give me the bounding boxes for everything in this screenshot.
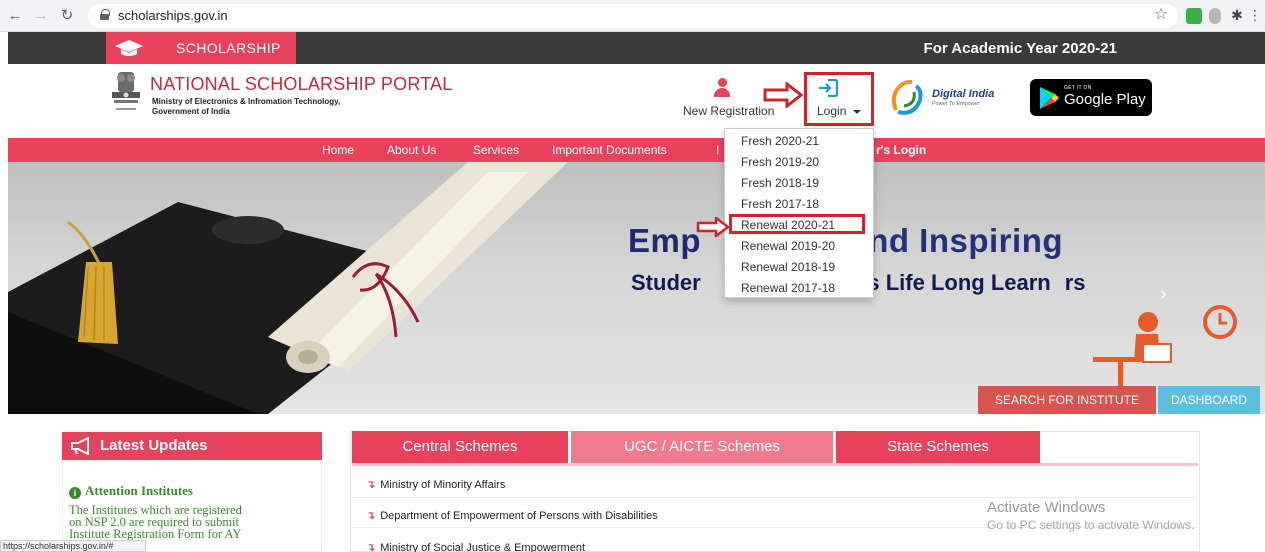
hero-subline-end: rs — [1064, 270, 1086, 295]
nav-partial-item[interactable]: I — [716, 143, 719, 157]
dropdown-item-fresh-2017-18[interactable]: Fresh 2017-18 — [741, 197, 819, 211]
new-registration-link[interactable]: New Registration — [683, 104, 774, 118]
chevron-right-icon[interactable]: › — [1160, 283, 1167, 306]
chevron-down-icon — [853, 110, 861, 114]
extensions-puzzle-icon[interactable]: ✱ — [1228, 6, 1246, 24]
dropdown-item-fresh-2020-21[interactable]: Fresh 2020-21 — [741, 134, 819, 148]
activate-windows-title: Activate Windows — [987, 499, 1106, 516]
tab-state-schemes[interactable]: State Schemes — [836, 431, 1040, 463]
arrow-down-icon: ↴ — [366, 510, 376, 522]
activate-windows-subtitle: Go to PC settings to activate Windows. — [987, 518, 1195, 532]
annotation-arrow-icon — [763, 82, 803, 108]
nav-important-documents[interactable]: Important Documents — [552, 143, 667, 157]
attention-institutes-heading[interactable]: i Attention Institutes — [69, 483, 193, 499]
ministry-subtitle: Ministry of Electronics & Infromation Te… — [152, 97, 340, 117]
arrow-down-icon: ↴ — [366, 479, 376, 491]
forward-icon[interactable]: → — [32, 7, 50, 25]
digital-india-tagline: Power To Empower — [932, 101, 980, 107]
url-text[interactable]: scholarships.gov.in — [118, 8, 228, 23]
dropdown-item-fresh-2019-20[interactable]: Fresh 2019-20 — [741, 155, 819, 169]
dashboard-button[interactable]: DASHBOARD — [1158, 386, 1260, 414]
digital-india-logo[interactable]: Digital India Power To Empower — [888, 78, 1016, 118]
google-play-icon — [1040, 87, 1059, 109]
national-emblem-logo — [112, 72, 140, 110]
address-bar[interactable] — [88, 4, 1178, 28]
annotation-arrow-icon — [696, 217, 730, 237]
clock-icon — [1203, 305, 1237, 339]
renewal-highlight-box — [729, 214, 865, 234]
academic-year-label: For Academic Year 2020-21 — [923, 40, 1117, 57]
dropdown-item-renewal-2018-19[interactable]: Renewal 2018-19 — [741, 260, 835, 274]
dropdown-item-renewal-2017-18[interactable]: Renewal 2017-18 — [741, 281, 835, 295]
scheme-social-justice[interactable]: ↴ Ministry of Social Justice & Empowermen… — [366, 541, 585, 552]
google-play-label: Google Play — [1064, 91, 1146, 108]
ministry-line-1: Ministry of Electronics & Infromation Te… — [152, 97, 341, 106]
attention-line-3: Institute Registration Form for AY — [69, 527, 242, 541]
login-dropdown-toggle[interactable]: Login — [817, 104, 846, 118]
extension-icon[interactable] — [1186, 8, 1202, 24]
nav-services[interactable]: Services — [473, 143, 519, 157]
info-icon: i — [69, 487, 81, 499]
browser-toolbar: ← → ↻ scholarships.gov.in ☆ ✱ ⋮ — [0, 0, 1265, 32]
graduation-cap-icon — [115, 40, 143, 56]
login-icon[interactable] — [818, 79, 838, 97]
lock-icon — [100, 9, 110, 20]
digital-india-text: Digital India — [932, 88, 994, 100]
nav-home[interactable]: Home — [322, 143, 354, 157]
nav-about-us[interactable]: About Us — [387, 143, 436, 157]
hero-headline-left: Emp — [628, 222, 702, 259]
portal-title[interactable]: NATIONAL SCHOLARSHIP PORTAL — [150, 74, 452, 95]
hero-subline-left: Studer — [631, 270, 701, 295]
status-bar-url: https://scholarships.gov.in/# — [0, 540, 146, 552]
shield-extension-icon[interactable] — [1209, 8, 1221, 24]
scholarship-label: SCHOLARSHIP — [176, 40, 281, 56]
bookmark-star-icon[interactable]: ☆ — [1152, 6, 1170, 24]
attention-institutes-label: Attention Institutes — [85, 483, 193, 498]
scheme-minority-affairs[interactable]: ↴ Ministry of Minority Affairs — [366, 478, 505, 491]
megaphone-icon — [71, 437, 89, 455]
nav-login-partial[interactable]: r's Login — [876, 143, 926, 157]
dropdown-item-fresh-2018-19[interactable]: Fresh 2018-19 — [741, 176, 819, 190]
arrow-down-icon: ↴ — [366, 542, 376, 552]
menu-dots-icon[interactable]: ⋮ — [1248, 7, 1262, 23]
reload-icon[interactable]: ↻ — [58, 7, 76, 25]
tab-ugc-aicte-schemes[interactable]: UGC / AICTE Schemes — [571, 431, 833, 463]
scheme-label: Ministry of Minority Affairs — [380, 479, 506, 491]
dropdown-item-renewal-2019-20[interactable]: Renewal 2019-20 — [741, 239, 835, 253]
scheme-label: Department of Empowerment of Persons wit… — [380, 510, 658, 522]
tab-central-schemes[interactable]: Central Schemes — [352, 431, 568, 463]
attention-institutes-text[interactable]: The Institutes which are registered on N… — [69, 504, 319, 541]
scheme-persons-with-disabilities[interactable]: ↴ Department of Empowerment of Persons wi… — [366, 509, 658, 522]
back-icon[interactable]: ← — [6, 7, 24, 25]
scheme-label: Ministry of Social Justice & Empowerment — [380, 542, 586, 552]
ministry-line-2: Government of India — [152, 107, 230, 116]
user-icon[interactable] — [714, 78, 730, 100]
tab-underline — [352, 463, 1198, 466]
search-for-institute-button[interactable]: SEARCH FOR INSTITUTE — [978, 386, 1156, 414]
latest-updates-title: Latest Updates — [100, 437, 208, 454]
